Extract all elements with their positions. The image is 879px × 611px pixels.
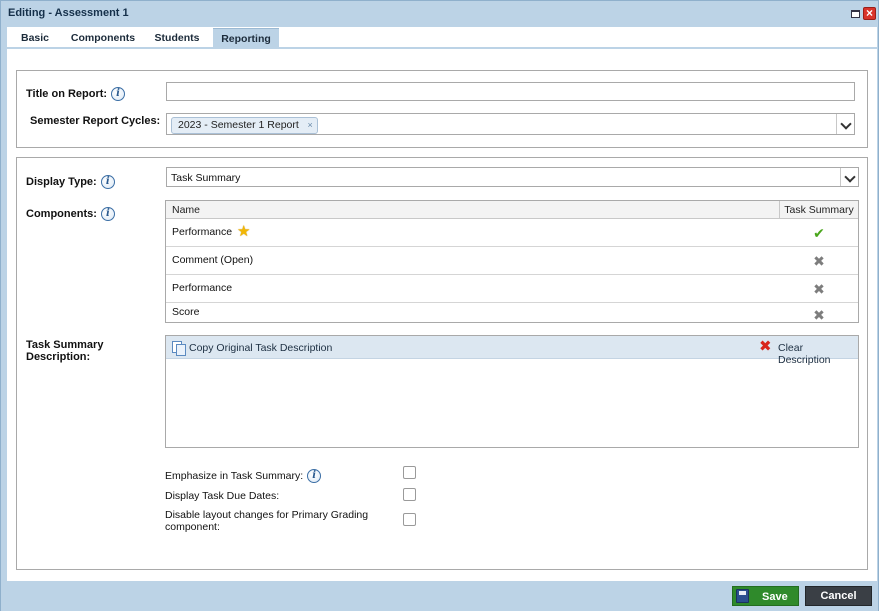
clear-description-button[interactable]: Clear Description <box>778 342 858 366</box>
tab-basic[interactable]: Basic <box>7 28 63 49</box>
disable-layout-changes-label: Disable layout changes for Primary Gradi… <box>165 509 369 533</box>
column-header-name[interactable]: Name <box>172 204 200 216</box>
chevron-down-icon[interactable] <box>840 168 858 186</box>
close-icon[interactable]: × <box>863 7 876 20</box>
info-icon[interactable]: i <box>307 469 322 483</box>
save-icon <box>736 589 749 603</box>
disable-layout-changes-checkbox[interactable] <box>403 513 416 526</box>
title-on-report-input[interactable] <box>166 82 855 101</box>
x-icon[interactable]: ✖ <box>811 281 827 297</box>
semester-report-cycles-label: Semester Report Cycles: <box>30 115 161 127</box>
components-label: Components: i <box>26 207 115 221</box>
title-bar[interactable]: Editing - Assessment 1 × <box>1 1 878 25</box>
table-row[interactable]: Performance ★ ✔ <box>166 220 858 247</box>
chevron-down-icon[interactable] <box>836 114 854 134</box>
x-icon[interactable]: ✖ <box>811 253 827 269</box>
display-due-dates-checkbox[interactable] <box>403 488 416 501</box>
info-icon[interactable]: i <box>100 175 115 189</box>
editor-window: Editing - Assessment 1 × Basic Component… <box>0 0 879 611</box>
copy-original-description-button[interactable]: Copy Original Task Description <box>189 342 332 354</box>
title-on-report-label: Title on Report: i <box>26 87 126 101</box>
components-grid: Name Task Summary Performance ★ ✔ Commen… <box>165 200 859 323</box>
cancel-button[interactable]: Cancel <box>805 586 872 606</box>
grid-header: Name Task Summary <box>166 201 858 219</box>
display-due-dates-label: Display Task Due Dates: <box>165 490 280 502</box>
task-summary-description-label: Task Summary Description: <box>26 339 104 363</box>
table-row[interactable]: Performance ✖ <box>166 276 858 303</box>
emphasize-label: Emphasize in Task Summary: i <box>165 469 322 483</box>
cycle-chip: 2023 - Semester 1 Report × <box>171 117 318 134</box>
display-type-value: Task Summary <box>171 172 241 184</box>
emphasize-checkbox[interactable] <box>403 466 416 479</box>
column-header-task-summary[interactable]: Task Summary <box>779 201 858 219</box>
x-icon[interactable]: ✖ <box>811 307 827 323</box>
tab-bar: Basic Components Students Reporting <box>7 27 877 49</box>
reporting-panel: Title on Report: i Semester Report Cycles… <box>7 49 877 581</box>
info-icon[interactable]: i <box>100 207 115 221</box>
table-row[interactable]: Score ✖ <box>166 303 858 323</box>
tab-students[interactable]: Students <box>145 28 209 49</box>
tab-reporting[interactable]: Reporting <box>213 28 279 49</box>
star-icon: ★ <box>237 223 251 240</box>
tab-components[interactable]: Components <box>65 28 141 49</box>
copy-icon[interactable] <box>172 341 186 356</box>
display-type-label: Display Type: i <box>26 175 115 189</box>
minimize-icon[interactable] <box>849 7 862 20</box>
display-type-select[interactable]: Task Summary <box>166 167 859 187</box>
window-title: Editing - Assessment 1 <box>8 7 129 19</box>
save-button[interactable]: Save <box>732 586 799 606</box>
description-toolbar: Copy Original Task Description ✖ Clear D… <box>166 336 858 366</box>
check-icon[interactable]: ✔ <box>811 225 827 241</box>
table-row[interactable]: Comment (Open) ✖ <box>166 248 858 275</box>
remove-chip-icon[interactable]: × <box>308 118 313 133</box>
task-summary-description-editor[interactable]: Copy Original Task Description ✖ Clear D… <box>165 335 859 448</box>
clear-icon[interactable]: ✖ <box>759 339 772 355</box>
info-icon[interactable]: i <box>111 87 126 101</box>
footer-bar: Save Cancel <box>1 581 878 611</box>
semester-report-cycles-select[interactable]: 2023 - Semester 1 Report × <box>166 113 855 135</box>
